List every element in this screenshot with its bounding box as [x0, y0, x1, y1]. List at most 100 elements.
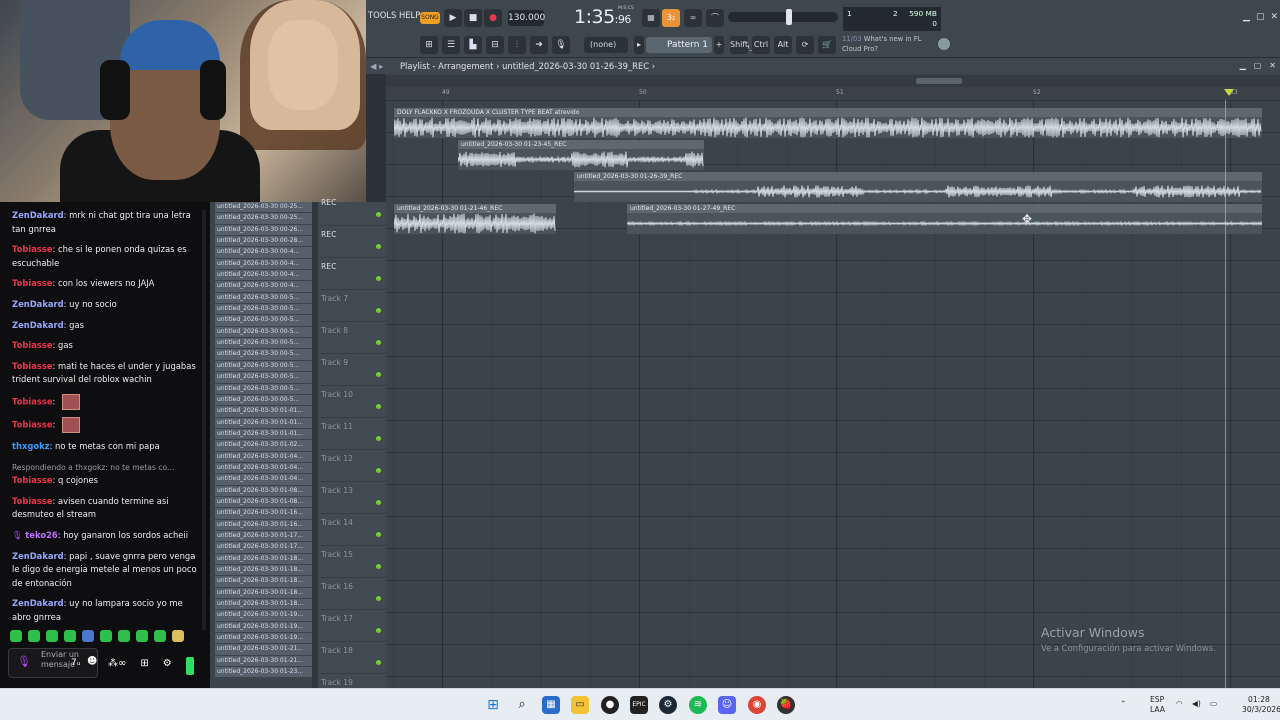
loop-record-icon[interactable]: ∞: [684, 9, 702, 27]
store-icon[interactable]: ⊞: [140, 657, 148, 673]
minimize-icon[interactable]: ▁: [1240, 58, 1246, 74]
steam-icon[interactable]: ⚙: [659, 696, 677, 714]
track-header[interactable]: Track 18: [318, 642, 386, 674]
chat-username[interactable]: ZenDakard: [12, 551, 64, 561]
chat-input[interactable]: 🎙 Enviar un mensaje 7ᵤ ☻: [8, 648, 98, 678]
browser-file-item[interactable]: untitled_2026-03-30 00-4...: [215, 270, 313, 282]
browser-file-item[interactable]: untitled_2026-03-30 01-19...: [215, 610, 313, 622]
track-mute-led[interactable]: [376, 436, 381, 441]
horizontal-scrollbar[interactable]: [386, 75, 1280, 87]
audio-clip[interactable]: untitled_2026-03-30 01-27-49_REC: [627, 204, 1262, 234]
browser-file-item[interactable]: untitled_2026-03-30 00-5...: [215, 304, 313, 316]
track-header[interactable]: Track 17: [318, 610, 386, 642]
browser-file-item[interactable]: untitled_2026-03-30 00-28...: [215, 236, 313, 248]
song-mode-toggle[interactable]: SONG: [420, 12, 440, 24]
browser-file-item[interactable]: untitled_2026-03-30 00-5...: [215, 394, 313, 407]
browser-file-item[interactable]: untitled_2026-03-30 01-19...: [215, 621, 313, 634]
file-explorer-icon[interactable]: ▭: [571, 696, 589, 714]
refresh-icon[interactable]: ⟳: [796, 36, 814, 54]
arrow-icon[interactable]: ➜: [530, 36, 548, 54]
discord-icon[interactable]: ☺: [718, 696, 736, 714]
globe-icon[interactable]: [938, 38, 950, 50]
browser-file-item[interactable]: untitled_2026-03-30 00-26...: [215, 224, 313, 237]
track-header[interactable]: Track 9: [318, 354, 386, 386]
chat-username[interactable]: ZenDakard: [12, 598, 64, 608]
spotify-icon[interactable]: ≋: [689, 696, 707, 714]
chat-username[interactable]: ZenDakard: [12, 210, 64, 220]
browser-file-item[interactable]: untitled_2026-03-30 00-5...: [215, 315, 313, 327]
track-mute-led[interactable]: [376, 276, 381, 281]
browser-file-item[interactable]: untitled_2026-03-30 00-25...: [215, 202, 313, 214]
channel-rack-icon[interactable]: ☰: [442, 36, 460, 54]
chat-username[interactable]: Tobiasse: [12, 244, 53, 254]
stop-button[interactable]: ■: [464, 9, 482, 27]
browser-file-item[interactable]: untitled_2026-03-30 01-04...: [215, 451, 313, 463]
wifi-icon[interactable]: ◠: [1176, 699, 1183, 708]
track-header[interactable]: Track 14: [318, 514, 386, 546]
track-mute-led[interactable]: [376, 372, 381, 377]
settings-icon[interactable]: ⚙: [163, 657, 172, 673]
tray-chevron-icon[interactable]: ⌃: [1120, 699, 1126, 708]
close-icon[interactable]: ✕: [1270, 12, 1278, 22]
browser-file-item[interactable]: untitled_2026-03-30 01-17...: [215, 530, 313, 543]
volume-knob[interactable]: [786, 9, 792, 25]
browser-file-item[interactable]: untitled_2026-03-30 00-5...: [215, 326, 313, 339]
minimize-icon[interactable]: ▁: [1243, 12, 1250, 22]
clock-time[interactable]: 01:28: [1248, 695, 1270, 704]
browser-file-item[interactable]: untitled_2026-03-30 00-4...: [215, 258, 313, 271]
piano-roll-icon[interactable]: ▙: [464, 36, 482, 54]
track-header[interactable]: Track 11: [318, 418, 386, 450]
browser-file-item[interactable]: untitled_2026-03-30 01-18...: [215, 599, 313, 611]
metronome-icon[interactable]: ⌒: [706, 9, 724, 27]
pattern-selector[interactable]: Pattern 1: [646, 37, 712, 53]
pattern-prev-icon[interactable]: ▸: [634, 36, 644, 54]
track-mute-led[interactable]: [376, 500, 381, 505]
audio-clip[interactable]: untitled_2026-03-30 01-23-45_REC: [458, 140, 704, 170]
browser-file-item[interactable]: untitled_2026-03-30 01-18...: [215, 553, 313, 565]
timeline-ruler[interactable]: 49 50 51 52 53: [386, 87, 1280, 99]
play-button[interactable]: ▶: [444, 9, 462, 27]
track-mute-led[interactable]: [376, 596, 381, 601]
browser-file-item[interactable]: untitled_2026-03-30 00-5...: [215, 360, 313, 373]
chat-emote-bar[interactable]: [10, 630, 200, 644]
cart-icon[interactable]: 🛒: [818, 36, 836, 54]
chat-username[interactable]: thxgokz: [12, 441, 50, 451]
track-header[interactable]: Track 8: [318, 322, 386, 354]
browser-file-item[interactable]: untitled_2026-03-30 00-5...: [215, 349, 313, 361]
record-button[interactable]: ●: [484, 9, 502, 27]
browser-file-item[interactable]: untitled_2026-03-30 01-23...: [215, 667, 313, 679]
audio-clip[interactable]: untitled_2026-03-30 01-26-39_REC: [574, 172, 1262, 202]
browser-file-item[interactable]: untitled_2026-03-30 00-5...: [215, 383, 313, 395]
browser-file-item[interactable]: untitled_2026-03-30 01-01...: [215, 406, 313, 418]
track-header[interactable]: REC: [318, 226, 386, 258]
mixer-icon[interactable]: ⫶: [508, 36, 526, 54]
menu-bar[interactable]: TOOLS HELP: [368, 10, 420, 20]
emoji-icon[interactable]: ☻: [87, 657, 97, 667]
track-header[interactable]: Track 13: [318, 482, 386, 514]
browser-icon[interactable]: ⊟: [486, 36, 504, 54]
track-mute-led[interactable]: [376, 468, 381, 473]
browser-file-item[interactable]: untitled_2026-03-30 00-25...: [215, 213, 313, 225]
epic-games-icon[interactable]: EPIC: [630, 696, 648, 714]
chat-username[interactable]: Tobiasse: [12, 396, 53, 406]
browser-file-item[interactable]: untitled_2026-03-30 01-08...: [215, 485, 313, 497]
alt-key[interactable]: Alt: [774, 36, 792, 54]
shift-key[interactable]: Shift: [730, 36, 748, 54]
browser-file-item[interactable]: untitled_2026-03-30 01-17...: [215, 542, 313, 554]
browser-file-item[interactable]: untitled_2026-03-30 01-04...: [215, 474, 313, 486]
chat-username[interactable]: Tobiasse: [12, 340, 53, 350]
back-arrow-icon[interactable]: ◀ ▸: [370, 58, 383, 74]
track-header[interactable]: REC: [318, 258, 386, 290]
browser-file-item[interactable]: untitled_2026-03-30 01-19...: [215, 633, 313, 645]
browser-file-item[interactable]: untitled_2026-03-30 01-21...: [215, 655, 313, 668]
news-panel[interactable]: 11/03 What's new in FL Cloud Pro?: [842, 34, 921, 54]
chat-username[interactable]: Tobiasse: [12, 496, 53, 506]
windows-start-icon[interactable]: ⊞: [484, 696, 502, 714]
language-layout[interactable]: LAA: [1150, 705, 1165, 714]
playlist-icon[interactable]: ⊞: [420, 36, 438, 54]
browser-file-item[interactable]: untitled_2026-03-30 01-16...: [215, 508, 313, 520]
send-button[interactable]: [185, 657, 194, 675]
scroll-thumb[interactable]: [916, 78, 962, 84]
search-icon[interactable]: ⌕: [513, 696, 531, 714]
playlist-breadcrumb[interactable]: untitled_2026-03-30 01-26-39_REC: [502, 61, 649, 71]
